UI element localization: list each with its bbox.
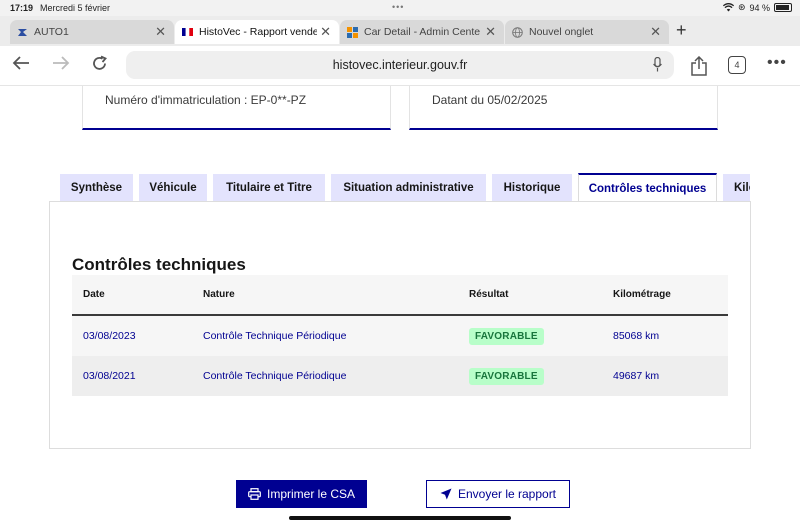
address-bar[interactable]: histovec.interieur.gouv.fr [126,51,674,79]
row-mileage: 85068 km [613,330,660,342]
status-bar: 17:19 Mercredi 5 février ••• ⊛ 94 % [0,0,800,16]
tab-kilometrage[interactable]: Kilo [723,174,750,202]
report-date-card: Datant du 05/02/2025 [409,86,718,130]
column-header-mileage: Kilométrage [613,289,671,300]
table-row: 03/08/2023 Contrôle Technique Périodique… [72,316,728,356]
tab-situation-administrative[interactable]: Situation administrative [331,174,486,202]
home-indicator[interactable] [289,516,511,520]
orientation-lock-icon: ⊛ [737,2,746,12]
battery-percent: 94 % [749,2,770,13]
tab-controles-techniques[interactable]: Contrôles techniques [578,173,717,202]
tab-synthese[interactable]: Synthèse [60,174,133,202]
back-arrow-icon[interactable] [12,55,30,76]
inspections-table: Date Nature Résultat Kilométrage 03/08/2… [72,275,728,396]
close-tab-icon[interactable]: ✕ [320,25,331,38]
wifi-icon [722,3,734,12]
status-badge: FAVORABLE [469,367,544,385]
row-result: FAVORABLE [469,356,544,396]
auto1-favicon [16,26,28,38]
send-report-label: Envoyer le rapport [457,487,557,501]
row-date: 03/08/2023 [83,330,136,342]
browser-tab-car-detail[interactable]: Car Detail - Admin Cente ✕ [340,20,504,44]
table-row: 03/08/2021 Contrôle Technique Périodique… [72,356,728,396]
multitasking-dots-icon[interactable]: ••• [392,2,404,12]
close-tab-icon[interactable]: ✕ [485,25,496,38]
browser-tab-title: Nouvel onglet [529,26,594,38]
new-tab-icon[interactable]: + [676,20,687,41]
browser-tab-title: Car Detail - Admin Cente [364,26,481,38]
registration-number: Numéro d'immatriculation : EP-0**-PZ [105,93,307,107]
report-tabs: Synthèse Véhicule Titulaire et Titre Sit… [60,173,750,202]
url-text: histovec.interieur.gouv.fr [332,58,468,72]
status-badge: FAVORABLE [469,327,544,345]
browser-tab-auto1[interactable]: AUTO1 ✕ [10,20,174,44]
browser-tab-title: HistoVec - Rapport vende [199,26,317,38]
table-header: Date Nature Résultat Kilométrage [72,275,728,316]
tab-vehicule[interactable]: Véhicule [139,174,207,202]
french-flag-favicon [181,26,193,38]
row-nature: Contrôle Technique Périodique [203,370,347,382]
send-report-button[interactable]: Envoyer le rapport [426,480,570,508]
row-nature: Contrôle Technique Périodique [203,330,347,342]
row-result: FAVORABLE [469,316,544,356]
battery-icon [774,3,792,12]
column-header-result: Résultat [469,289,509,300]
forward-arrow-icon[interactable] [52,55,70,76]
tab-titulaire-et-titre[interactable]: Titulaire et Titre [213,174,325,202]
printer-icon [248,488,261,500]
column-header-nature: Nature [203,289,235,300]
browser-tab-title: AUTO1 [34,26,69,38]
registration-card: Numéro d'immatriculation : EP-0**-PZ [82,86,391,130]
status-time: 17:19 [10,3,34,13]
section-title: Contrôles techniques [72,255,246,274]
print-csa-label: Imprimer le CSA [266,487,355,501]
print-csa-button[interactable]: Imprimer le CSA [236,480,367,508]
browser-toolbar: histovec.interieur.gouv.fr 4 ••• [0,46,800,86]
row-mileage: 49687 km [613,370,660,382]
admin-favicon [346,26,358,38]
status-date: Mercredi 5 février [40,3,111,13]
status-right: ⊛ 94 % [722,2,792,13]
tab-count-button[interactable]: 4 [728,56,746,74]
tab-panel: Contrôles techniques Date Nature Résulta… [49,201,751,449]
reload-icon[interactable] [91,55,108,77]
browser-tab-histovec[interactable]: HistoVec - Rapport vende ✕ [175,20,339,44]
tab-historique[interactable]: Historique [492,174,572,202]
column-header-date: Date [83,289,105,300]
report-date: Datant du 05/02/2025 [432,93,548,107]
share-icon[interactable] [690,56,708,76]
globe-icon [511,26,523,38]
close-tab-icon[interactable]: ✕ [650,25,661,38]
browser-tab-new-tab[interactable]: Nouvel onglet ✕ [505,20,669,44]
close-tab-icon[interactable]: ✕ [155,25,166,38]
send-icon [440,488,452,500]
row-date: 03/08/2021 [83,370,136,382]
microphone-icon[interactable] [653,57,662,72]
more-options-icon[interactable]: ••• [767,54,787,72]
